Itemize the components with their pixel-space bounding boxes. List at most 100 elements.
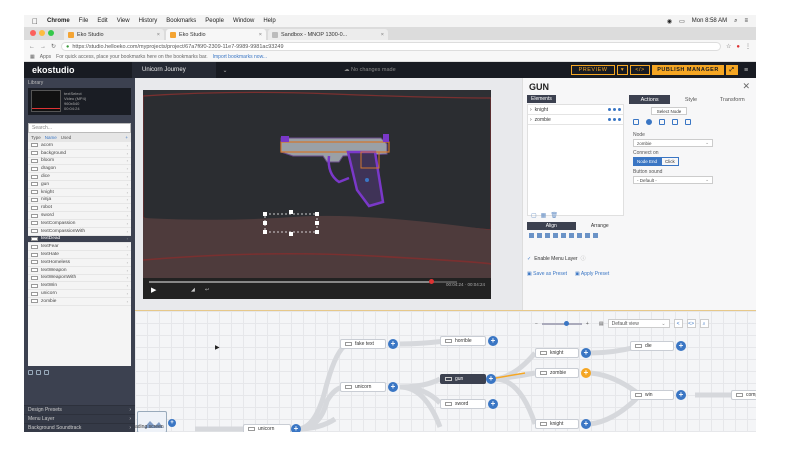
edit-icon[interactable] — [659, 119, 665, 125]
tab-eko-studio-2[interactable]: Eko Studio × — [166, 29, 266, 40]
node-icon[interactable] — [646, 119, 652, 125]
volume-icon[interactable]: ◢ — [191, 287, 195, 293]
chevron-right-icon[interactable]: › — [127, 283, 128, 288]
reload-icon[interactable]: ↻ — [51, 43, 56, 50]
chevron-right-icon[interactable]: › — [127, 252, 128, 257]
expand-icon[interactable]: › — [530, 117, 532, 123]
library-node-item[interactable]: textCompassionWith › — [28, 228, 131, 236]
distribute-v-icon[interactable] — [585, 233, 590, 238]
battery-icon[interactable]: ▭ — [679, 18, 685, 25]
library-node-item[interactable]: ninja › — [28, 197, 131, 205]
url-field[interactable]: ● https://studio.helloeko.com/myprojects… — [61, 42, 721, 51]
align-top-icon[interactable] — [553, 233, 558, 238]
library-node-item[interactable]: textWeaponWith › — [28, 275, 131, 283]
chevron-right-icon[interactable]: › — [127, 268, 128, 273]
library-node-item[interactable]: bloom › — [28, 158, 131, 166]
back-icon[interactable]: ← — [29, 44, 35, 50]
publish-manager-button[interactable]: PUBLISH MANAGER — [652, 65, 724, 75]
apps-link[interactable]: Apps — [40, 54, 51, 60]
expand-icon[interactable]: › — [530, 107, 532, 113]
preview-button[interactable]: PREVIEW — [571, 65, 615, 75]
chevron-right-icon[interactable]: › — [127, 244, 128, 249]
library-node-item[interactable]: unicorn › — [28, 290, 131, 298]
library-node-item[interactable]: zombie › — [28, 298, 131, 306]
chevron-right-icon[interactable]: › — [127, 174, 128, 179]
star-icon[interactable]: ☆ — [726, 43, 731, 50]
chevron-right-icon[interactable]: › — [127, 213, 128, 218]
library-node-item[interactable]: textWeapon › — [28, 267, 131, 275]
share-icon[interactable] — [672, 119, 678, 125]
visibility-icon[interactable] — [608, 108, 611, 111]
chevron-right-icon[interactable]: › — [127, 260, 128, 265]
library-node-item[interactable]: textCompassion › — [28, 220, 131, 228]
node-graph[interactable]: − + ▤ Default view ⌄ < <> ⌕ ▶ ading scre… — [135, 310, 756, 432]
folder-icon[interactable] — [28, 369, 33, 375]
accordion-design-presets[interactable]: Design Presets › — [24, 405, 135, 414]
close-window-button[interactable] — [30, 30, 36, 36]
tab-align[interactable]: Align — [527, 222, 576, 230]
add-node-button[interactable]: + — [291, 424, 301, 432]
filter-used[interactable]: Used — [61, 135, 72, 140]
tab-arrange[interactable]: Arrange — [576, 222, 625, 230]
graph-node-zombie[interactable]: zombie — [535, 368, 579, 378]
library-node-item[interactable]: sword › — [28, 212, 131, 220]
library-node-item[interactable]: acorn › — [28, 142, 131, 150]
menu-help[interactable]: Help — [263, 18, 275, 24]
import-bookmarks-link[interactable]: Import bookmarks now... — [213, 54, 267, 60]
chevron-right-icon[interactable]: › — [127, 236, 128, 241]
chevron-down-icon[interactable]: ⌄ — [216, 67, 234, 74]
chevron-right-icon[interactable]: › — [127, 182, 128, 187]
node-select[interactable]: zombie ⌄ — [633, 139, 713, 147]
chevron-right-icon[interactable]: › — [127, 190, 128, 195]
menu-app[interactable]: Chrome — [47, 18, 70, 24]
close-tab-icon[interactable]: × — [381, 32, 384, 38]
eye-icon[interactable] — [618, 118, 621, 121]
code-icon[interactable]: </> — [630, 65, 650, 75]
align-right-icon[interactable] — [545, 233, 550, 238]
menu-history[interactable]: History — [139, 18, 158, 24]
library-node-item[interactable]: dragon › — [28, 165, 131, 174]
library-node-item[interactable]: robot › — [28, 204, 131, 213]
add-node-button[interactable]: + — [488, 336, 498, 346]
graph-node-unicorn[interactable]: unicorn — [243, 424, 291, 432]
close-tab-icon[interactable]: × — [157, 32, 160, 38]
menu-window[interactable]: Window — [233, 18, 254, 24]
menu-bookmarks[interactable]: Bookmarks — [166, 18, 196, 24]
close-tab-icon[interactable]: × — [259, 32, 262, 38]
apple-icon[interactable]:  — [32, 17, 38, 26]
align-center-icon[interactable] — [537, 233, 542, 238]
tab-eko-studio-1[interactable]: Eko Studio × — [64, 29, 164, 40]
library-node-item[interactable]: textWin › — [28, 282, 131, 291]
tab-transform[interactable]: Transform — [712, 95, 753, 104]
library-node-item[interactable]: dice › — [28, 173, 131, 181]
connect-node-end-button[interactable]: Node End — [633, 157, 662, 166]
graph-node-knight-2[interactable]: knight — [535, 419, 579, 429]
graph-node-gun[interactable]: gun — [440, 374, 486, 384]
tab-sandbox[interactable]: Sandbox - MNOP 1300-0... × — [268, 29, 388, 40]
add-icon[interactable]: + — [125, 135, 128, 140]
menu-view[interactable]: View — [117, 18, 130, 24]
timeline-marker[interactable] — [429, 279, 434, 284]
graph-node-horrible[interactable]: horrible — [440, 336, 486, 346]
clock[interactable]: Mon 8:58 AM — [692, 18, 727, 24]
add-node-button[interactable]: + — [486, 374, 496, 384]
loop-icon[interactable]: ↩ — [205, 287, 209, 293]
chevron-right-icon[interactable]: › — [127, 158, 128, 163]
add-node-button[interactable]: + — [388, 339, 398, 349]
chevron-right-icon[interactable]: › — [127, 221, 128, 226]
lock-icon[interactable] — [613, 108, 616, 111]
project-name[interactable]: Unicorn Journey — [132, 62, 216, 78]
info-icon[interactable]: ⓘ — [581, 255, 586, 262]
video-canvas[interactable] — [143, 90, 491, 299]
element-row-zombie[interactable]: › zombie — [528, 115, 623, 125]
library-node-item[interactable]: background › — [28, 150, 131, 158]
graph-node-unicorn-2[interactable]: unicorn — [340, 382, 386, 392]
align-left-icon[interactable] — [529, 233, 534, 238]
add-node-button[interactable]: + — [581, 368, 591, 378]
connect-click-button[interactable]: Click — [661, 157, 679, 166]
upload-icon[interactable] — [36, 369, 41, 375]
chevron-right-icon[interactable]: › — [127, 291, 128, 296]
list-icon[interactable]: ≡ — [744, 18, 748, 24]
chevron-right-icon[interactable]: › — [127, 197, 128, 202]
graph-node-win[interactable]: win — [630, 390, 674, 400]
